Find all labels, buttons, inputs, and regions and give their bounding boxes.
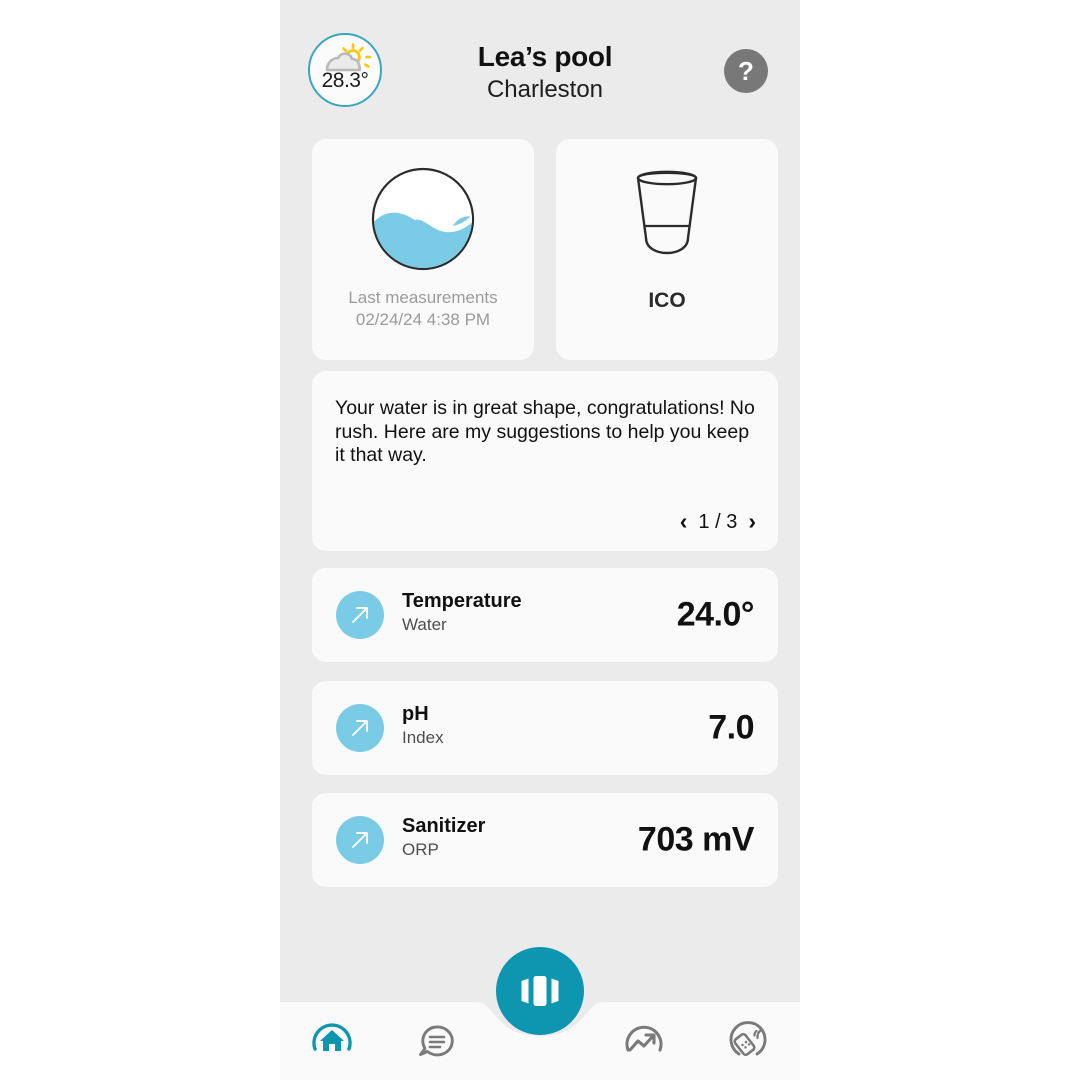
metric-row-sanitizer[interactable]: Sanitizer ORP 703 mV bbox=[312, 793, 778, 887]
water-wave-circle-icon bbox=[371, 167, 475, 271]
analytics-trend-icon bbox=[625, 1025, 663, 1052]
nav-item-chat[interactable] bbox=[384, 988, 488, 1080]
ico-device-label: ICO bbox=[648, 289, 686, 312]
ico-device-card[interactable]: ICO bbox=[556, 139, 778, 360]
metric-name: pH bbox=[402, 703, 429, 725]
bottom-navigation bbox=[280, 947, 800, 1080]
metric-labels: pH Index bbox=[402, 702, 444, 749]
phone-screen: 28.3° Lea’s pool Charleston ? Last measu… bbox=[280, 0, 800, 1080]
arrow-up-right-icon bbox=[352, 720, 368, 736]
carousel-panels-icon bbox=[521, 976, 559, 1006]
page-title: Lea’s pool bbox=[477, 41, 613, 72]
home-icon bbox=[312, 1023, 352, 1051]
metric-value: 7.0 bbox=[708, 708, 754, 747]
last-measurements-caption: Last measurements 02/24/24 4:38 PM bbox=[312, 287, 534, 331]
advice-card: Your water is in great shape, congratula… bbox=[312, 371, 778, 551]
last-measurements-timestamp: 02/24/24 4:38 PM bbox=[355, 310, 491, 329]
advice-pagination: ‹ 1 / 3 › bbox=[680, 510, 756, 533]
screenshot-root: 28.3° Lea’s pool Charleston ? Last measu… bbox=[0, 0, 1080, 1080]
remote-control-icon bbox=[729, 1021, 767, 1057]
metric-labels: Sanitizer ORP bbox=[402, 814, 485, 861]
metric-row-temperature[interactable]: Temperature Water 24.0° bbox=[312, 568, 778, 662]
help-button[interactable]: ? bbox=[724, 49, 768, 93]
app-header: 28.3° Lea’s pool Charleston ? bbox=[280, 0, 800, 140]
page-subtitle: Charleston bbox=[486, 76, 604, 103]
metric-icon-circle bbox=[336, 704, 384, 752]
metric-name: Temperature bbox=[402, 590, 522, 612]
metric-row-ph[interactable]: pH Index 7.0 bbox=[312, 681, 778, 775]
metric-value: 24.0° bbox=[676, 595, 755, 634]
arrow-up-right-icon bbox=[352, 832, 368, 848]
advice-page-counter: 1 / 3 bbox=[698, 510, 738, 533]
fab-carousel-button[interactable] bbox=[496, 947, 584, 1035]
weather-temperature: 28.3° bbox=[321, 69, 369, 92]
metric-name: Sanitizer bbox=[402, 815, 486, 837]
metric-unit: Index bbox=[402, 728, 444, 747]
nav-item-analytics[interactable] bbox=[592, 988, 696, 1080]
last-measurements-label: Last measurements bbox=[348, 288, 498, 307]
metric-value: 703 mV bbox=[637, 820, 755, 859]
metric-unit: ORP bbox=[402, 840, 439, 859]
header-title-block: Lea’s pool Charleston bbox=[430, 40, 660, 105]
nav-item-home[interactable] bbox=[280, 988, 384, 1080]
metric-icon-circle bbox=[336, 591, 384, 639]
metric-labels: Temperature Water bbox=[402, 589, 522, 636]
arrow-up-right-icon bbox=[352, 607, 368, 623]
advice-text: Your water is in great shape, congratula… bbox=[335, 397, 755, 466]
last-measurements-card[interactable]: Last measurements 02/24/24 4:38 PM bbox=[312, 139, 534, 360]
nav-item-remote[interactable] bbox=[696, 988, 800, 1080]
ico-device-icon bbox=[636, 170, 698, 255]
metric-unit: Water bbox=[402, 615, 447, 634]
metric-icon-circle bbox=[336, 816, 384, 864]
help-icon: ? bbox=[738, 56, 754, 86]
previous-advice-button[interactable]: ‹ bbox=[680, 510, 688, 533]
weather-badge[interactable]: 28.3° bbox=[308, 33, 382, 107]
chat-bubble-icon bbox=[419, 1025, 454, 1057]
next-advice-button[interactable]: › bbox=[748, 510, 756, 533]
